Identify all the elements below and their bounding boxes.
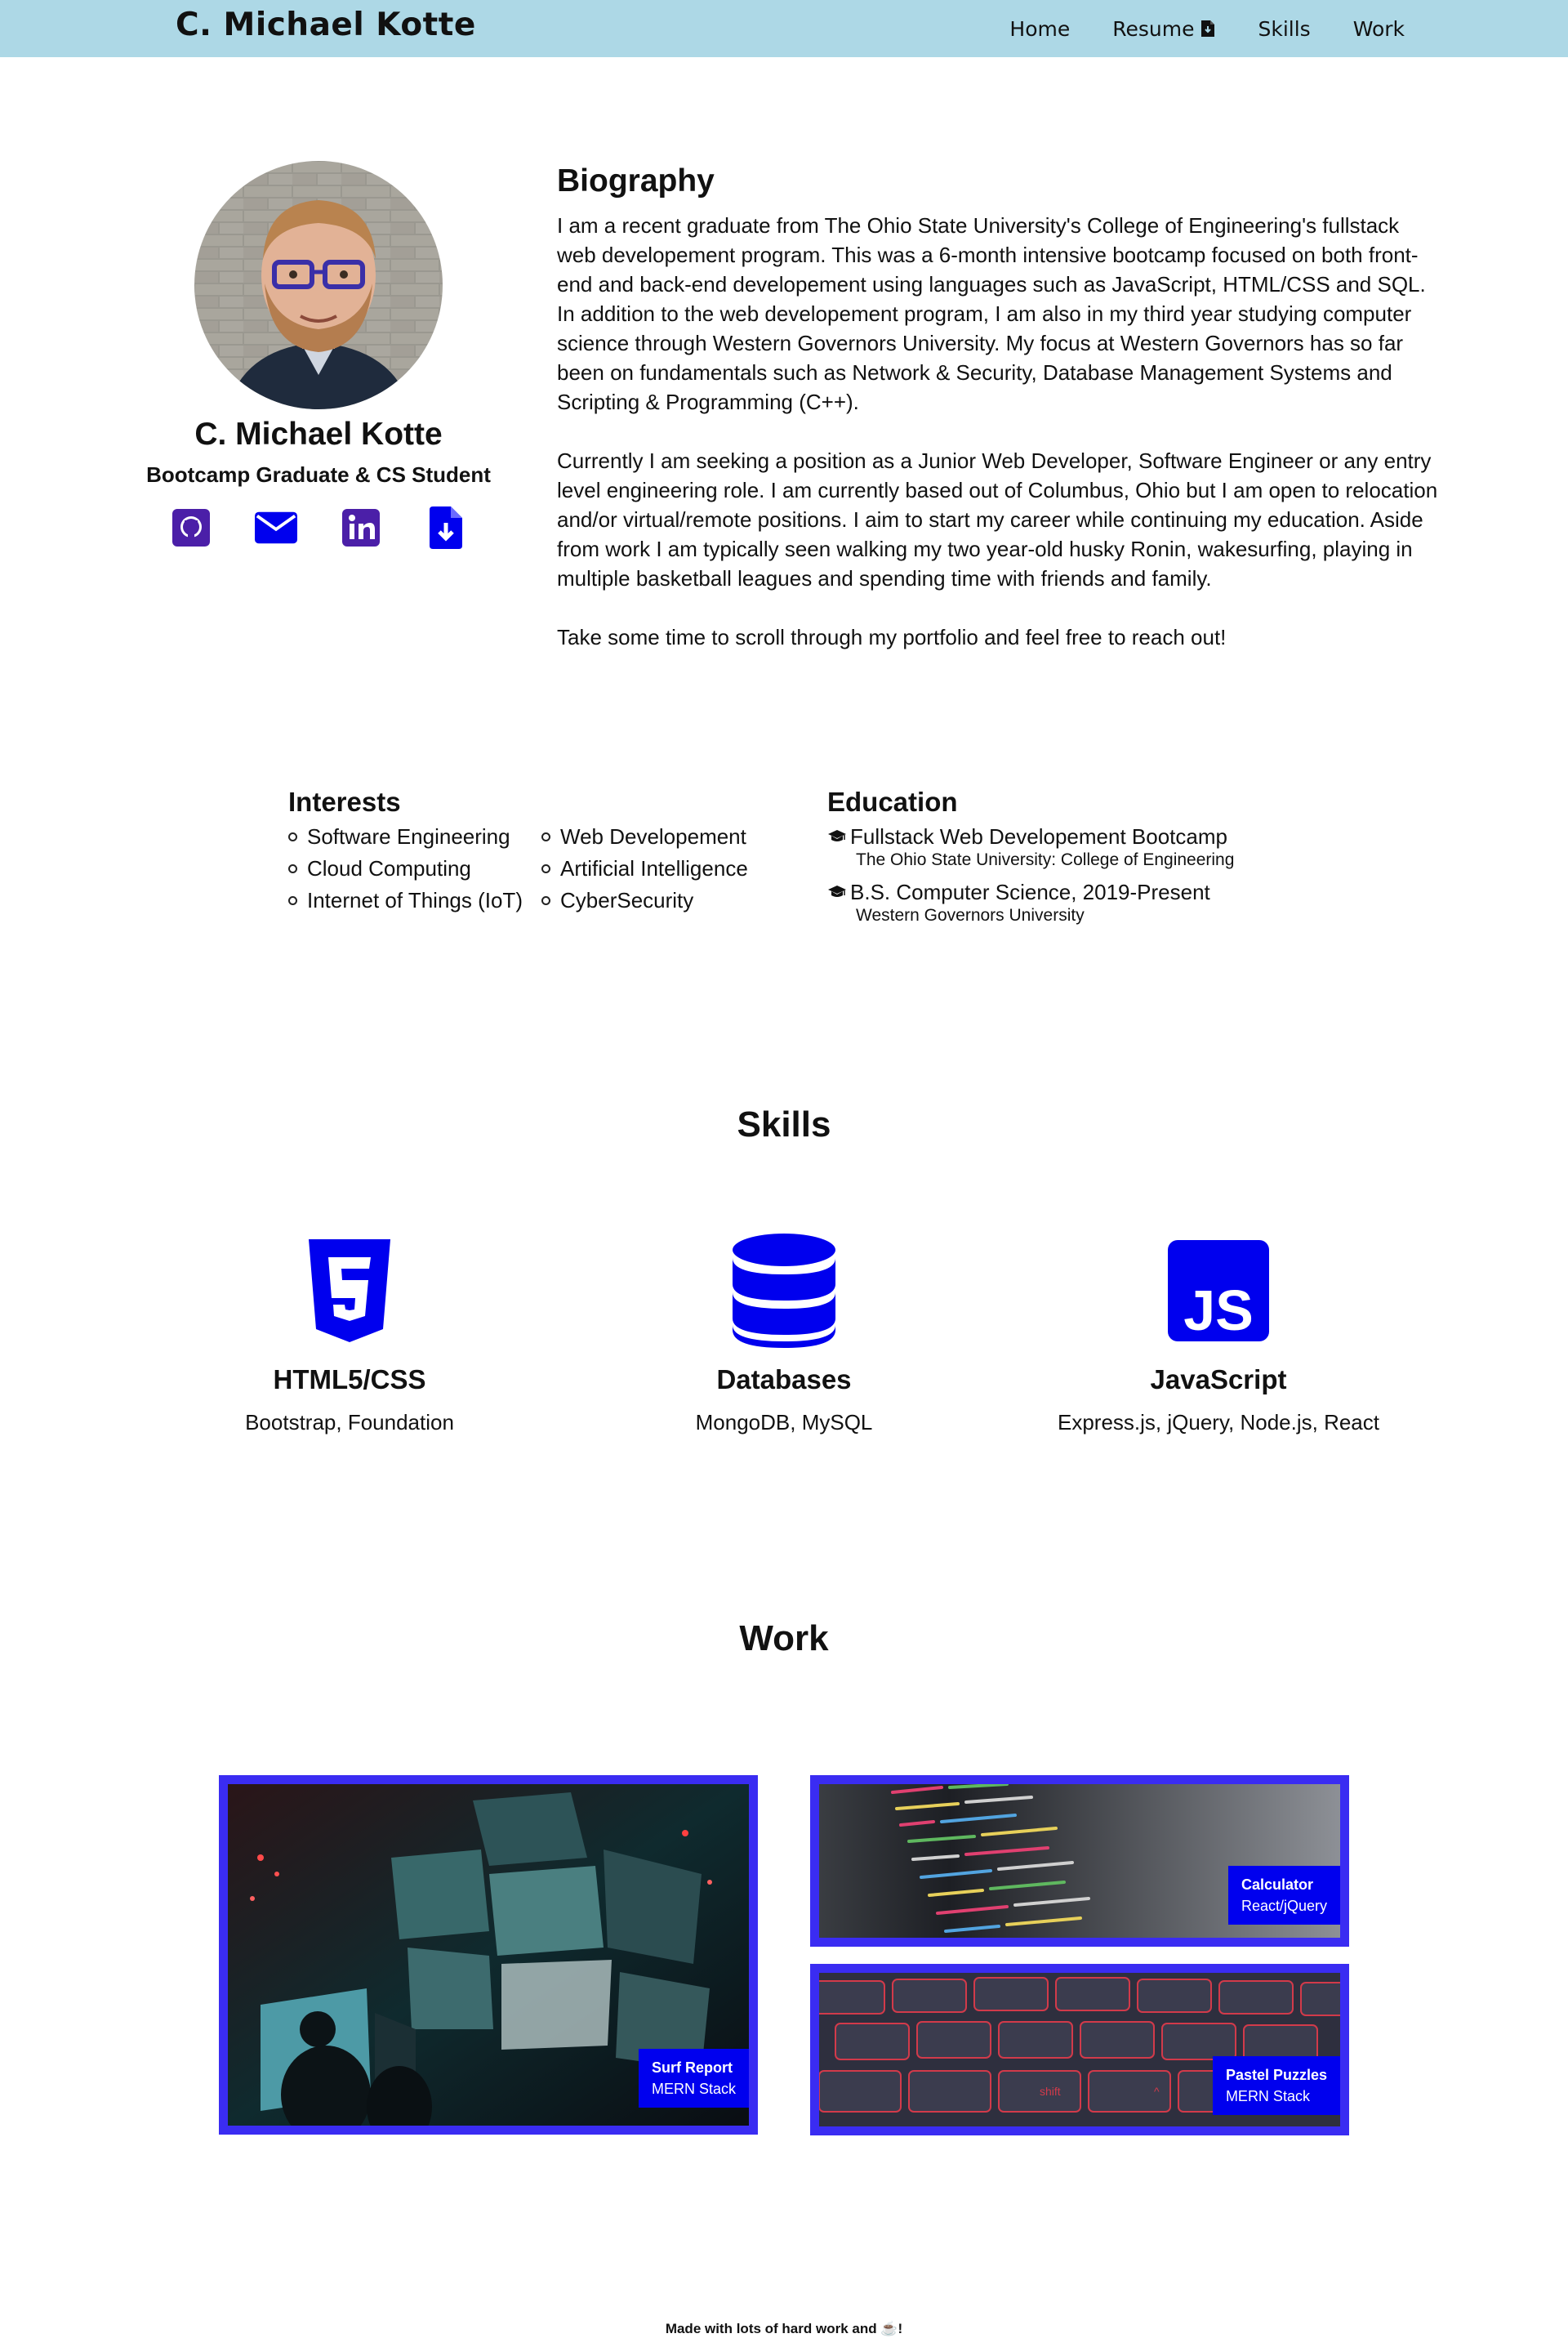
education-degree: B.S. Computer Science, 2019-Present — [850, 879, 1210, 904]
nav-work-label: Work — [1352, 16, 1405, 41]
list-item: CyberSecurity — [541, 886, 754, 915]
list-item: Web Developement — [541, 822, 754, 851]
education-school: Western Governors University — [856, 906, 1085, 925]
svg-text:shift: shift — [1040, 2085, 1061, 2098]
linkedin-link[interactable] — [340, 506, 382, 549]
skill-desc: MongoDB, MySQL — [695, 1410, 873, 1435]
work-name: Surf Report — [651, 2059, 733, 2076]
list-item: Artificial Intelligence — [541, 854, 754, 883]
education-list: Fullstack Web Developement Bootcamp The … — [827, 823, 1399, 935]
interest-label: Cloud Computing — [307, 855, 471, 881]
bullet-icon — [541, 863, 550, 873]
javascript-icon: JS — [1168, 1240, 1269, 1341]
skill-name: Databases — [716, 1364, 852, 1394]
resume-download-link[interactable] — [425, 506, 467, 549]
work-label: Pastel Puzzles MERN Stack — [1212, 2056, 1340, 2115]
interest-label: Artificial Intelligence — [560, 855, 748, 881]
resume-download-icon — [430, 506, 462, 549]
nav-resume-link[interactable]: Resume — [1112, 17, 1215, 41]
work-card-pastel-puzzles[interactable]: shift ^ Pastel Puzzles MERN Stack — [810, 1964, 1349, 2135]
education-school: The Ohio State University: College of En… — [856, 850, 1235, 869]
work-card-surf-report[interactable]: Surf Report MERN Stack — [219, 1775, 758, 2135]
linkedin-icon — [342, 509, 380, 547]
email-link[interactable] — [255, 506, 297, 549]
interest-label: Web Developement — [560, 823, 746, 849]
nav-home-link[interactable]: Home — [1009, 17, 1070, 41]
skill-desc: Bootstrap, Foundation — [245, 1410, 454, 1435]
bullet-icon — [288, 895, 297, 905]
brand-title[interactable]: C. Michael Kotte — [176, 7, 476, 43]
coffee-icon: ☕ — [880, 2321, 898, 2336]
work-stack: MERN Stack — [651, 2081, 736, 2097]
github-icon — [172, 509, 210, 547]
bio-paragraph-3: Take some time to scroll through my port… — [557, 625, 1227, 649]
list-item: Cloud Computing — [288, 854, 541, 883]
education-degree: Fullstack Web Developement Bootcamp — [850, 823, 1227, 849]
education-item: B.S. Computer Science, 2019-Present West… — [827, 879, 1399, 926]
interest-label: Internet of Things (IoT) — [307, 887, 523, 912]
work-label: Calculator React/jQuery — [1227, 1866, 1340, 1925]
interests-title: Interests — [288, 787, 401, 817]
navbar: C. Michael Kotte Home Resume Skills Work — [0, 0, 1568, 57]
work-stack: MERN Stack — [1225, 2088, 1310, 2104]
github-link[interactable] — [170, 506, 212, 549]
footer: Made with lots of hard work and ☕! — [0, 2321, 1568, 2337]
bio-paragraph-1: I am a recent graduate from The Ohio Sta… — [557, 213, 1426, 414]
skill-databases: Databases MongoDB, MySQL — [580, 1234, 988, 1435]
interest-label: CyberSecurity — [560, 887, 694, 912]
interests-list: Software Engineering Web Developement Cl… — [288, 822, 754, 915]
interest-label: Software Engineering — [307, 823, 510, 849]
work-stack: React/jQuery — [1241, 1898, 1327, 1914]
svg-text:JS: JS — [1183, 1278, 1254, 1341]
list-item: Software Engineering — [288, 822, 541, 851]
nav-work-link[interactable]: Work — [1353, 17, 1405, 41]
footer-text: Made with lots of hard work and — [665, 2321, 881, 2336]
nav-links: Home Resume Skills Work — [1009, 0, 1405, 57]
bullet-icon — [288, 863, 297, 873]
footer-end: ! — [898, 2321, 903, 2336]
nav-resume-label: Resume — [1112, 16, 1195, 41]
skill-name: HTML5/CSS — [273, 1364, 426, 1394]
graduation-cap-icon — [828, 886, 846, 897]
education-title: Education — [827, 787, 958, 817]
nav-home-label: Home — [1009, 16, 1071, 41]
svg-text:^: ^ — [1154, 2085, 1160, 2098]
skill-html-css: HTML5/CSS Bootstrap, Foundation — [145, 1234, 554, 1435]
social-links — [170, 506, 467, 549]
work-title: Work — [739, 1618, 829, 1658]
skill-name: JavaScript — [1150, 1364, 1287, 1394]
work-card-calculator[interactable]: Calculator React/jQuery — [810, 1775, 1349, 1947]
bio-paragraph-2: Currently I am seeking a position as a J… — [557, 448, 1438, 591]
work-label: Surf Report MERN Stack — [638, 2049, 749, 2108]
html5-icon — [309, 1239, 390, 1342]
work-name: Calculator — [1241, 1876, 1313, 1893]
nav-skills-link[interactable]: Skills — [1258, 17, 1310, 41]
biography-text: I am a recent graduate from The Ohio Sta… — [557, 211, 1439, 681]
nav-skills-label: Skills — [1258, 16, 1311, 41]
file-download-icon — [1201, 20, 1215, 37]
profile-name: C. Michael Kotte — [194, 417, 443, 452]
bullet-icon — [541, 895, 550, 905]
skill-desc: Express.js, jQuery, Node.js, React — [1058, 1410, 1379, 1435]
biography-title: Biography — [557, 163, 715, 199]
profile-subtitle: Bootcamp Graduate & CS Student — [146, 462, 491, 487]
graduation-cap-icon — [828, 830, 846, 841]
skills-title: Skills — [737, 1104, 831, 1144]
avatar — [194, 161, 443, 409]
list-item: Internet of Things (IoT) — [288, 886, 541, 915]
email-icon — [255, 511, 297, 544]
bullet-icon — [288, 832, 297, 841]
work-name: Pastel Puzzles — [1225, 2067, 1327, 2083]
database-icon — [733, 1234, 835, 1348]
education-item: Fullstack Web Developement Bootcamp The … — [827, 823, 1399, 871]
bullet-icon — [541, 832, 550, 841]
skill-javascript: JS JavaScript Express.js, jQuery, Node.j… — [1014, 1234, 1423, 1435]
